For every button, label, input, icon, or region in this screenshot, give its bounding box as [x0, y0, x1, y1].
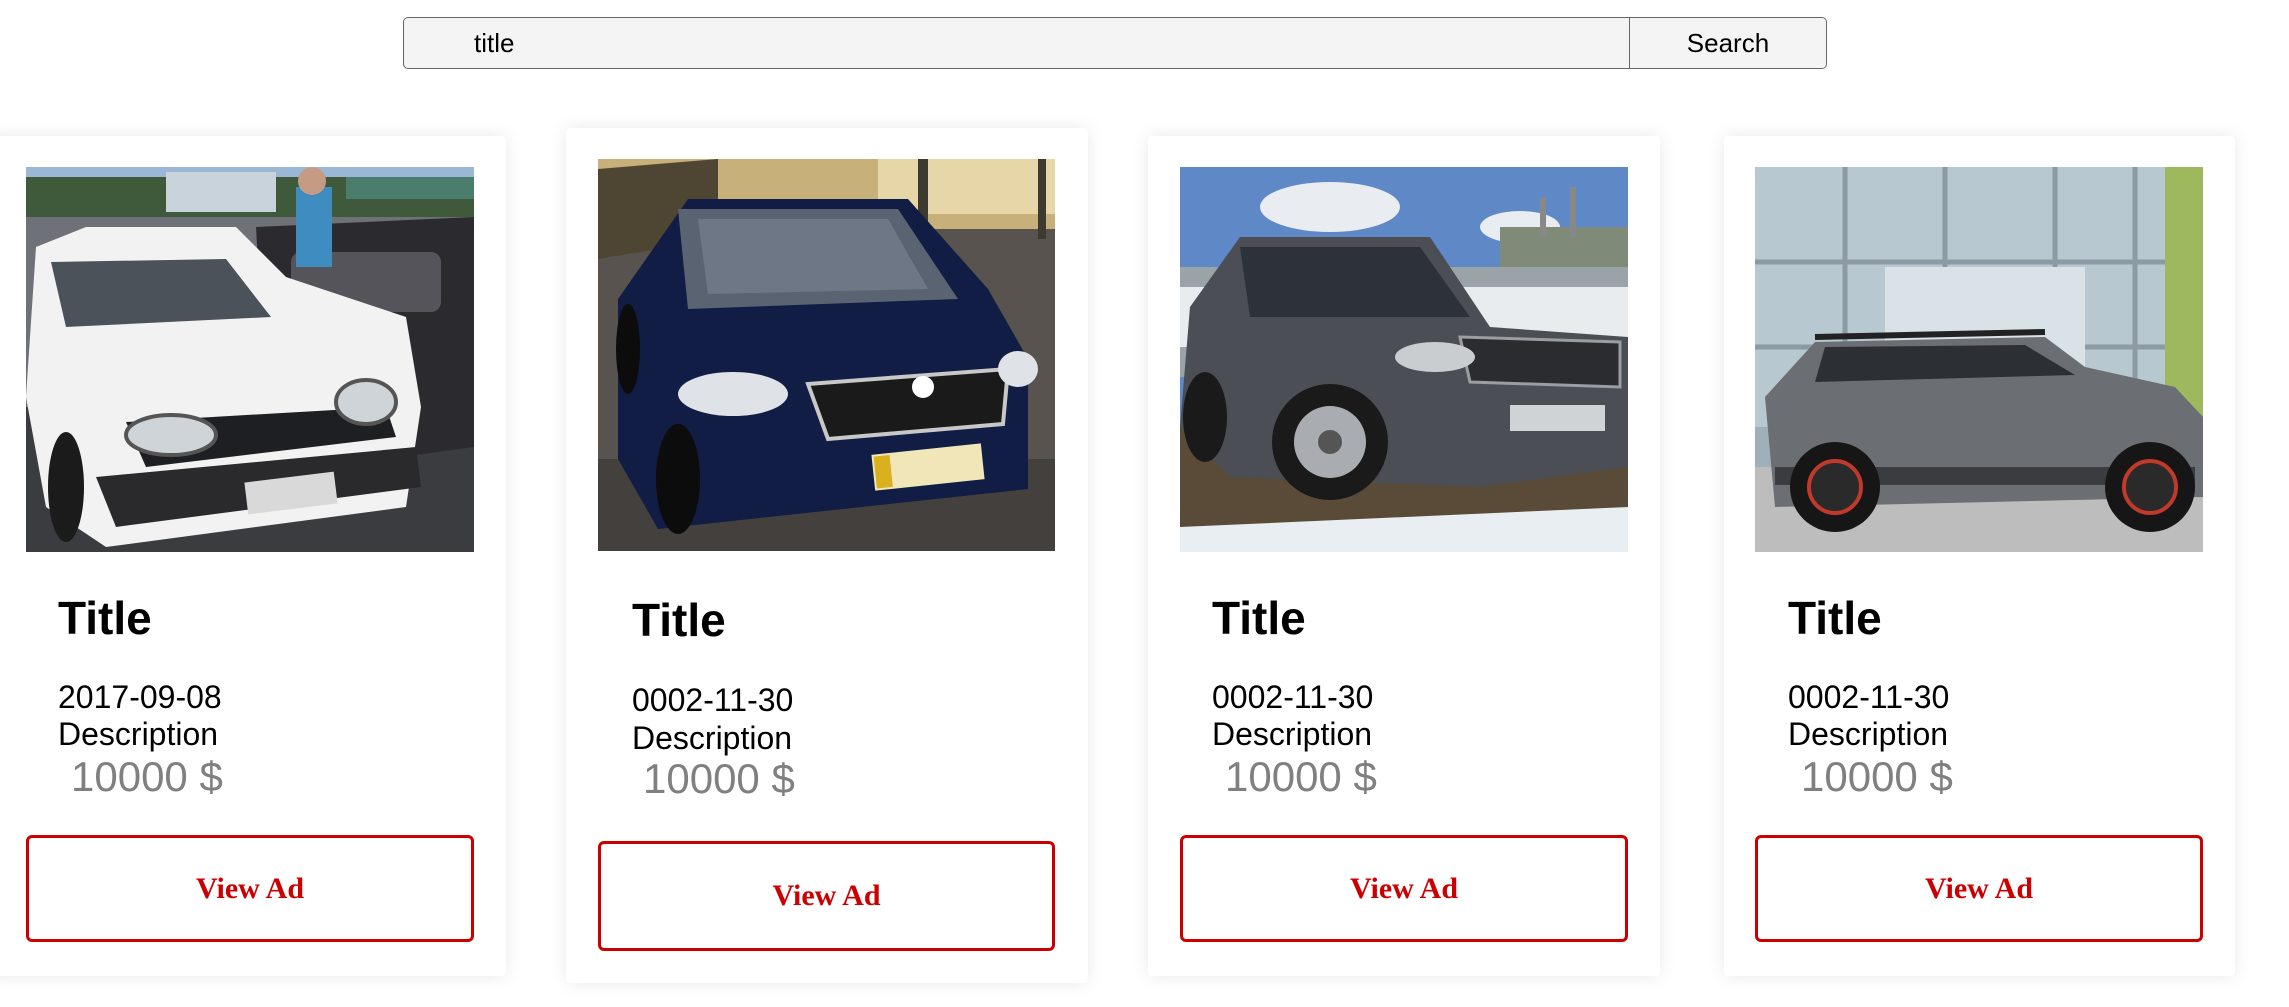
- card-description: Description: [58, 716, 219, 752]
- card-price: 10000 $: [1801, 753, 1953, 800]
- view-ad-button[interactable]: View Ad: [26, 835, 474, 942]
- card-date: 2017-09-08: [58, 679, 222, 715]
- car-photo: [1180, 167, 1628, 552]
- card-title: Title: [58, 592, 152, 644]
- ad-card: Title 0002-11-30 Description 10000 $ Vie…: [1724, 136, 2235, 976]
- card-price: 10000 $: [1225, 753, 1377, 800]
- card-date: 0002-11-30: [632, 682, 794, 718]
- card-title: Title: [1212, 592, 1306, 644]
- car-photo: [1755, 167, 2203, 552]
- card-price: 10000 $: [71, 753, 223, 800]
- card-description: Description: [1788, 716, 1949, 752]
- card-title: Title: [632, 594, 726, 646]
- view-ad-button[interactable]: View Ad: [1180, 835, 1628, 942]
- ad-card: Title 0002-11-30 Description 10000 $ Vie…: [1148, 136, 1660, 976]
- ad-card: Title 2017-09-08 Description 10000 $ Vie…: [0, 136, 506, 976]
- card-description: Description: [1212, 716, 1373, 752]
- search-bar: Search: [403, 17, 1827, 69]
- car-photo: [26, 167, 474, 552]
- view-ad-button[interactable]: View Ad: [1755, 835, 2203, 942]
- card-description: Description: [632, 720, 793, 756]
- card-title: Title: [1788, 592, 1882, 644]
- search-button[interactable]: Search: [1629, 18, 1826, 68]
- view-ad-button[interactable]: View Ad: [598, 841, 1055, 951]
- card-date: 0002-11-30: [1212, 679, 1374, 715]
- ad-card: Title 0002-11-30 Description 10000 $ Vie…: [566, 128, 1088, 983]
- card-date: 0002-11-30: [1788, 679, 1950, 715]
- search-input[interactable]: [404, 18, 1629, 68]
- card-price: 10000 $: [643, 755, 795, 802]
- car-photo: [598, 159, 1055, 551]
